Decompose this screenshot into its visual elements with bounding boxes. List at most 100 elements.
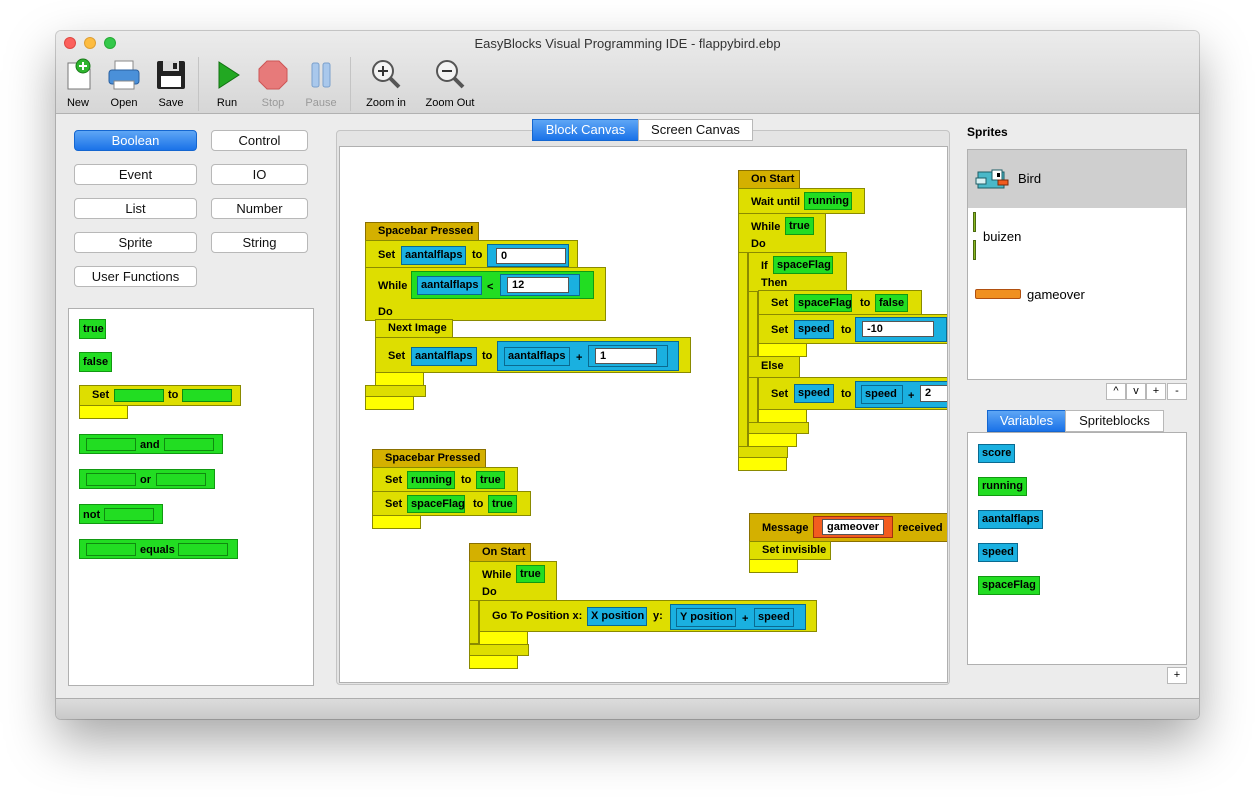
and-left-slot[interactable] [86, 438, 136, 451]
expression-slot: speed + 2 [855, 381, 947, 408]
value-slot[interactable]: true [488, 495, 517, 513]
variable-slot[interactable]: spaceFlag [794, 294, 852, 312]
set-value-slot[interactable] [182, 389, 232, 402]
if-block[interactable]: If spaceFlag Then [748, 252, 847, 292]
palette-and-block[interactable]: and [79, 434, 223, 454]
move-sprite-up-button[interactable]: ^ [1106, 383, 1126, 400]
variable-slot[interactable]: Y position [676, 608, 736, 627]
wait-until-block[interactable]: Wait until running [738, 188, 865, 214]
add-sprite-button[interactable]: + [1146, 383, 1166, 400]
variable-slot[interactable]: speed [754, 608, 794, 627]
palette-not-block[interactable]: not [79, 504, 163, 524]
variable-spaceflag[interactable]: spaceFlag [978, 576, 1040, 595]
next-image-block[interactable]: Next Image [375, 319, 453, 338]
set-block[interactable]: Set running to true [372, 467, 518, 492]
event-header[interactable]: On Start [738, 170, 800, 189]
value-input[interactable]: 2 [920, 385, 947, 402]
equals-left-slot[interactable] [86, 543, 136, 556]
variable-slot[interactable]: speed [794, 320, 834, 339]
sprite-item-bird[interactable]: Bird [968, 150, 1186, 208]
category-sprite[interactable]: Sprite [74, 232, 197, 253]
set-block[interactable]: Set speed to speed + 2 [758, 377, 947, 410]
variable-slot[interactable]: aantalflaps [411, 347, 477, 366]
stop-icon [255, 57, 291, 93]
set-invisible-block[interactable]: Set invisible [749, 541, 831, 560]
not-slot[interactable] [104, 508, 154, 521]
sprite-item-gameover[interactable]: gameover [968, 266, 1186, 324]
category-control[interactable]: Control [211, 130, 308, 151]
event-header[interactable]: On Start [469, 543, 531, 562]
tab-spriteblocks[interactable]: Spriteblocks [1065, 410, 1164, 432]
tab-variables[interactable]: Variables [987, 410, 1066, 432]
variable-score[interactable]: score [978, 444, 1015, 463]
value-input[interactable]: 1 [595, 348, 657, 364]
pause-button[interactable]: Pause [293, 57, 349, 109]
value-input[interactable]: 0 [496, 248, 566, 264]
variable-aantalflaps[interactable]: aantalflaps [978, 510, 1043, 529]
variable-slot[interactable]: spaceFlag [407, 495, 465, 513]
set-block[interactable]: Set speed to -10 [758, 314, 947, 344]
variable-running[interactable]: running [978, 477, 1027, 496]
value-slot: -10 [855, 317, 947, 342]
palette-or-block[interactable]: or [79, 469, 215, 489]
value-slot: 12 [500, 274, 580, 296]
condition-slot[interactable]: aantalflaps < 12 [411, 271, 594, 299]
set-block[interactable]: Set aantalflaps to 0 [365, 240, 578, 268]
block-canvas[interactable]: Spacebar Pressed Set aantalflaps to 0 Wh… [339, 146, 948, 683]
save-button[interactable]: Save [143, 57, 199, 109]
variable-slot[interactable]: aantalflaps [417, 276, 482, 295]
palette-set-block[interactable]: Set to [79, 385, 241, 406]
set-block[interactable]: Set aantalflaps to aantalflaps + 1 [375, 337, 691, 373]
while-block[interactable]: While aantalflaps < 12 Do [365, 267, 606, 321]
variable-speed[interactable]: speed [978, 543, 1018, 562]
value-input[interactable]: 12 [507, 277, 569, 293]
go-to-position-block[interactable]: Go To Position x: X position y: Y positi… [479, 600, 817, 632]
variable-slot[interactable]: running [804, 192, 852, 210]
category-number[interactable]: Number [211, 198, 308, 219]
value-input[interactable]: -10 [862, 321, 934, 337]
tab-block-canvas[interactable]: Block Canvas [532, 119, 639, 141]
event-header[interactable]: Spacebar Pressed [365, 222, 479, 241]
category-user-functions[interactable]: User Functions [74, 266, 197, 287]
palette-false-block[interactable]: false [79, 352, 112, 372]
set-block[interactable]: Set spaceFlag to false [758, 290, 922, 315]
value-slot[interactable]: true [785, 217, 814, 235]
category-boolean[interactable]: Boolean [74, 130, 197, 151]
variable-slot[interactable]: speed [794, 384, 834, 403]
palette-equals-block[interactable]: equals [79, 539, 238, 559]
zoom-out-button[interactable]: Zoom Out [422, 57, 478, 109]
palette-true-block[interactable]: true [79, 319, 106, 339]
value-slot[interactable]: true [516, 565, 545, 583]
variable-slot[interactable]: speed [861, 385, 903, 404]
category-io[interactable]: IO [211, 164, 308, 185]
set-variable-slot[interactable] [114, 389, 164, 402]
set-block[interactable]: Set spaceFlag to true [372, 491, 531, 516]
or-right-slot[interactable] [156, 473, 206, 486]
remove-sprite-button[interactable]: - [1167, 383, 1187, 400]
tab-screen-canvas[interactable]: Screen Canvas [638, 119, 753, 141]
value-slot[interactable]: true [476, 471, 505, 489]
value-slot: 1 [588, 345, 668, 367]
variable-slot[interactable]: aantalflaps [401, 246, 466, 265]
or-left-slot[interactable] [86, 473, 136, 486]
category-event[interactable]: Event [74, 164, 197, 185]
value-slot[interactable]: false [875, 294, 908, 312]
variable-slot[interactable]: spaceFlag [773, 256, 833, 274]
while-block[interactable]: While true Do [469, 561, 557, 601]
variable-slot[interactable]: aantalflaps [504, 347, 570, 366]
zoom-in-button[interactable]: Zoom in [358, 57, 414, 109]
block-footer [372, 515, 421, 529]
sprite-item-buizen[interactable]: buizen [968, 208, 1186, 266]
equals-right-slot[interactable] [178, 543, 228, 556]
category-string[interactable]: String [211, 232, 308, 253]
category-list[interactable]: List [74, 198, 197, 219]
while-block[interactable]: While true Do [738, 213, 826, 253]
variable-slot[interactable]: X position [587, 607, 647, 626]
add-variable-button[interactable]: + [1167, 667, 1187, 684]
move-sprite-down-button[interactable]: v [1126, 383, 1146, 400]
and-right-slot[interactable] [164, 438, 214, 451]
message-header[interactable]: Message gameover received [749, 513, 947, 542]
message-input[interactable]: gameover [822, 519, 884, 535]
event-header[interactable]: Spacebar Pressed [372, 449, 486, 468]
variable-slot[interactable]: running [407, 471, 455, 489]
